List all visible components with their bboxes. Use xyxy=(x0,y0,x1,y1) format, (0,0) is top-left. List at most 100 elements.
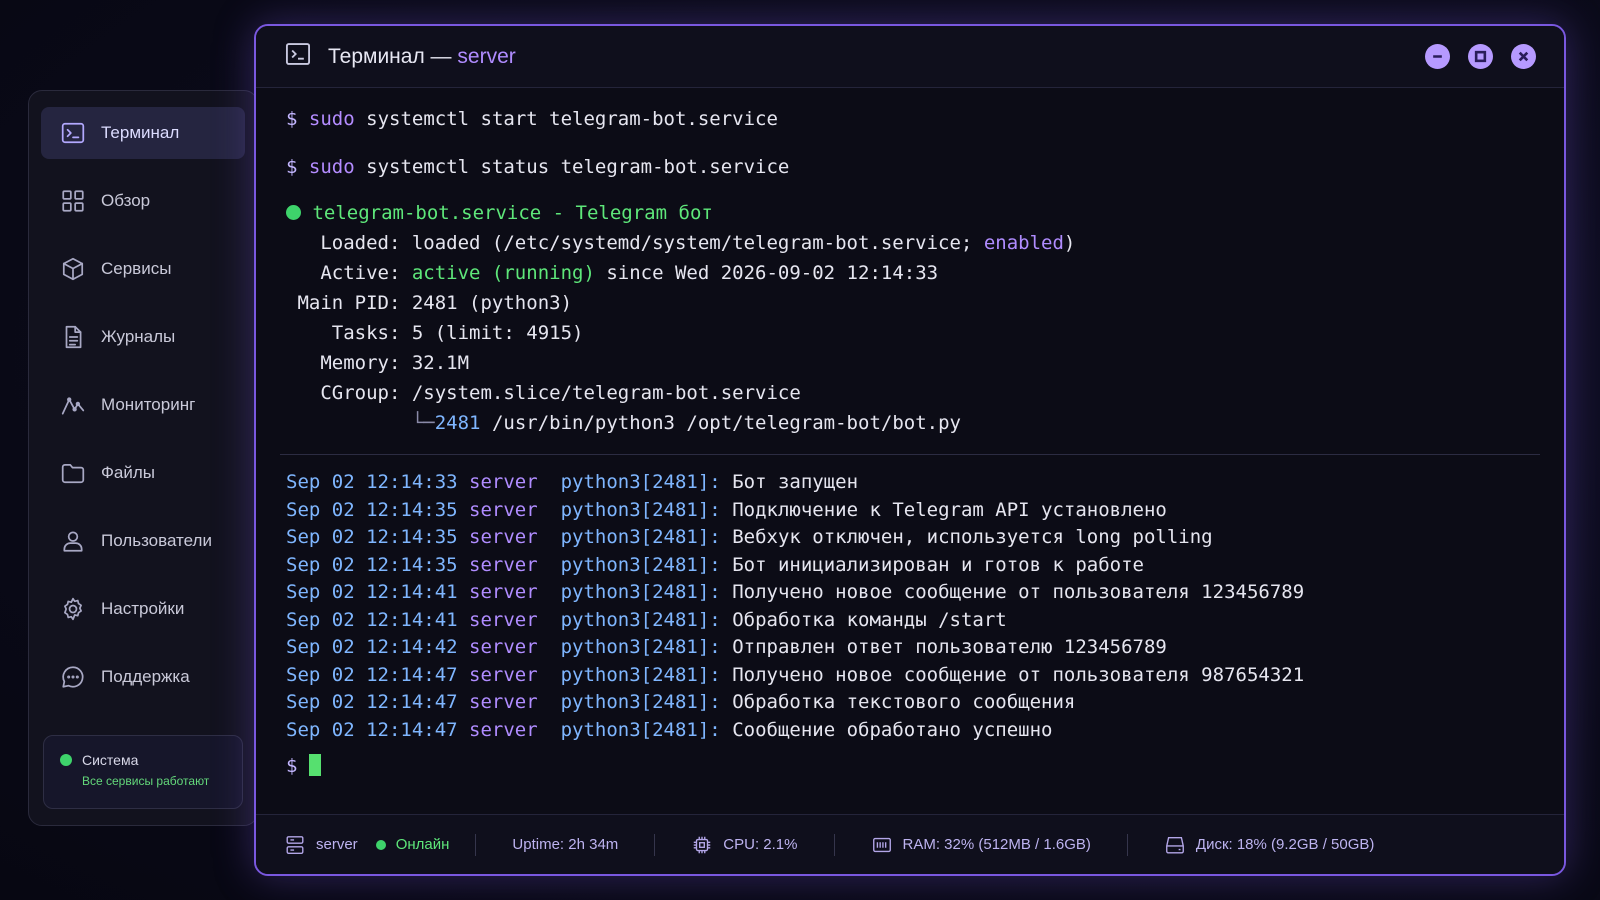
log-host: server xyxy=(469,691,538,713)
sidebar-item-overview[interactable]: Обзор xyxy=(41,175,245,227)
log-timestamp: Sep 02 12:14:47 xyxy=(286,691,458,713)
sidebar-item-logs[interactable]: Журналы xyxy=(41,311,245,363)
log-message: Получено новое сообщение от пользователя… xyxy=(732,581,1305,603)
prompt-symbol: $ xyxy=(286,108,298,130)
sidebar-item-support[interactable]: Поддержка xyxy=(41,651,245,703)
log-timestamp: Sep 02 12:14:42 xyxy=(286,636,458,658)
field-label: Main PID: xyxy=(297,292,401,314)
log-process: python3[2481]: xyxy=(560,636,721,658)
status-dot-icon xyxy=(286,205,301,220)
field-value: 32.1M xyxy=(411,352,470,374)
field-label: Active: xyxy=(320,262,401,284)
log-process: python3[2481]: xyxy=(560,663,721,686)
uptime: Uptime: 2h 34m xyxy=(512,836,618,853)
log-timestamp: Sep 02 12:14:41 xyxy=(286,581,458,603)
tree-pid: 2481 xyxy=(434,412,481,434)
sidebar-item-settings[interactable]: Настройки xyxy=(41,583,245,635)
window-titlebar: Терминал — server xyxy=(256,26,1564,88)
window-host: server xyxy=(457,44,516,68)
log-host: server xyxy=(469,498,538,521)
terminal-icon xyxy=(59,119,87,147)
sidebar-item-label: Журналы xyxy=(101,327,176,346)
command-sudo: sudo xyxy=(308,108,355,130)
close-icon xyxy=(1518,51,1529,62)
status-active: Active: active (running) since Wed 2026-… xyxy=(286,262,938,284)
tree-command: /usr/bin/python3 /opt/telegram-bot/bot.p… xyxy=(491,412,961,434)
cpu-usage: CPU: 2.1% xyxy=(691,834,798,856)
sidebar-item-terminal[interactable]: Терминал xyxy=(41,107,245,159)
host-name: server xyxy=(316,836,358,853)
log-process: python3[2481]: xyxy=(560,608,721,631)
sidebar-item-users[interactable]: Пользователи xyxy=(41,515,245,567)
separator xyxy=(475,833,477,856)
window-title: Терминал — server xyxy=(328,45,516,69)
separator xyxy=(1126,833,1128,856)
command-text: systemctl start telegram-bot.service xyxy=(366,108,778,130)
sidebar-item-label: Пользователи xyxy=(101,531,212,550)
log-process: python3[2481]: xyxy=(560,526,721,548)
log-host: server xyxy=(469,663,538,686)
field-label: Loaded: xyxy=(320,232,401,254)
field-value: /system.slice/telegram-bot.service xyxy=(411,382,801,404)
cpu-icon xyxy=(694,836,711,853)
log-line: Sep 02 12:14:33 server python3[2481]: Бо… xyxy=(286,471,858,493)
sidebar-item-files[interactable]: Файлы xyxy=(41,447,245,499)
user-icon xyxy=(59,527,87,555)
server-icon xyxy=(286,835,304,854)
document-icon xyxy=(59,323,87,351)
sidebar: Терминал Обзор Сервисы Журналы Мониторин… xyxy=(28,90,258,826)
log-process: python3[2481]: xyxy=(560,718,721,741)
status-pid: Main PID: 2481 (python3) xyxy=(286,292,572,314)
sidebar-item-label: Обзор xyxy=(101,191,151,210)
folder-icon xyxy=(59,459,87,487)
log-timestamp: Sep 02 12:14:33 xyxy=(286,471,458,493)
log-line: Sep 02 12:14:47 server python3[2481]: Со… xyxy=(286,719,1052,741)
close-button[interactable] xyxy=(1511,44,1536,69)
status-memory: Memory: 32.1M xyxy=(286,352,469,374)
log-line: Sep 02 12:14:47 server python3[2481]: Об… xyxy=(286,691,1075,713)
log-host: server xyxy=(469,718,538,741)
log-timestamp: Sep 02 12:14:35 xyxy=(286,553,458,576)
command-line: $ sudo systemctl status telegram-bot.ser… xyxy=(286,156,789,178)
minimize-button[interactable] xyxy=(1425,44,1450,69)
command-line: $ sudo systemctl start telegram-bot.serv… xyxy=(286,108,778,130)
status-dot-icon xyxy=(60,754,72,766)
field-label: Memory: xyxy=(320,352,401,374)
maximize-button[interactable] xyxy=(1468,44,1493,69)
maximize-icon xyxy=(1474,50,1487,63)
sidebar-item-label: Файлы xyxy=(101,463,156,482)
log-host: server xyxy=(469,471,538,493)
enabled-flag: enabled xyxy=(983,232,1064,254)
sidebar-item-services[interactable]: Сервисы xyxy=(41,243,245,295)
separator xyxy=(833,833,835,856)
log-process: python3[2481]: xyxy=(560,498,721,521)
log-line: Sep 02 12:14:35 server python3[2481]: Бо… xyxy=(286,554,1144,576)
field-value: loaded (/etc/systemd/system/telegram-bot… xyxy=(411,232,973,254)
input-prompt[interactable]: $ xyxy=(286,754,321,777)
log-host: server xyxy=(469,636,538,658)
memory-icon xyxy=(872,837,891,852)
field-value: 5 (limit: 4915) xyxy=(411,322,584,344)
log-message: Вебхук отключен, используется long polli… xyxy=(732,526,1213,548)
uptime-text: Uptime: 2h 34m xyxy=(512,836,619,853)
ram-usage: RAM: 32% (512MB / 1.6GB) xyxy=(871,834,1091,856)
log-line: Sep 02 12:14:42 server python3[2481]: От… xyxy=(286,636,1167,658)
chat-icon xyxy=(59,663,87,691)
command-text: systemctl status telegram-bot.service xyxy=(366,156,790,178)
log-message: Сообщение обработано успешно xyxy=(732,718,1053,741)
cube-icon xyxy=(59,255,87,283)
gear-icon xyxy=(59,595,87,623)
log-timestamp: Sep 02 12:14:47 xyxy=(286,718,458,741)
online-dot-icon xyxy=(375,839,386,850)
tree-branch: └─ xyxy=(411,412,435,434)
online-status: Онлайн xyxy=(395,836,450,853)
sidebar-item-monitoring[interactable]: Мониторинг xyxy=(41,379,245,431)
status-bar: server Онлайн Uptime: 2h 34m CPU: 2.1% R… xyxy=(256,814,1564,874)
terminal-icon xyxy=(284,40,312,73)
log-line: Sep 02 12:14:47 server python3[2481]: По… xyxy=(286,664,1304,686)
sidebar-item-label: Настройки xyxy=(101,599,185,618)
log-timestamp: Sep 02 12:14:35 xyxy=(286,526,458,548)
status-tasks: Tasks: 5 (limit: 4915) xyxy=(286,322,584,344)
sidebar-item-label: Сервисы xyxy=(101,259,172,278)
prompt-symbol: $ xyxy=(286,755,298,777)
